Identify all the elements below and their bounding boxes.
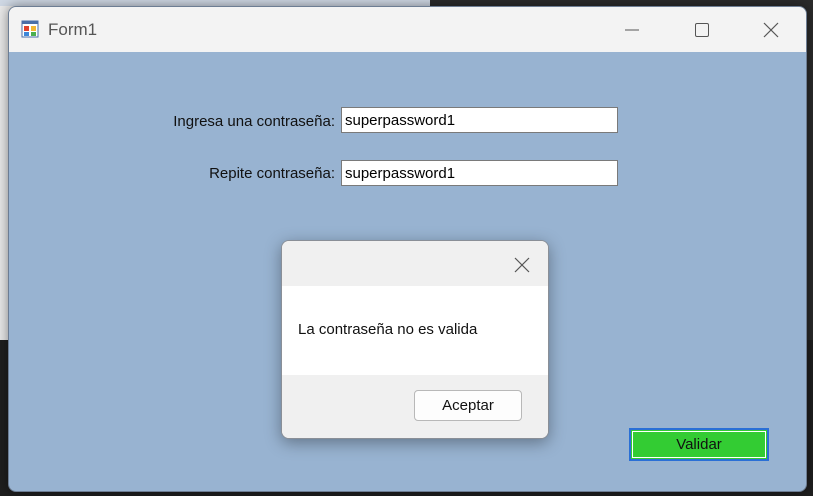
repeat-password-label: Repite contraseña:: [209, 165, 335, 182]
dialog-body: La contraseña no es valida: [282, 286, 548, 375]
close-icon: [763, 22, 779, 37]
dialog-close-button[interactable]: [504, 247, 540, 283]
dialog-footer: Aceptar: [282, 375, 548, 438]
app-icon: [21, 20, 39, 38]
validate-button-label: Validar: [676, 436, 722, 453]
maximize-button[interactable]: [667, 7, 737, 52]
password-input[interactable]: [341, 107, 618, 133]
password-label: Ingresa una contraseña:: [173, 113, 335, 130]
accept-button[interactable]: Aceptar: [414, 390, 522, 421]
dialog-message: La contraseña no es valida: [298, 321, 478, 338]
minimize-button[interactable]: [597, 7, 667, 52]
validate-button[interactable]: Validar: [629, 428, 769, 461]
title-bar[interactable]: Form1: [9, 7, 806, 52]
maximize-icon: [695, 22, 709, 37]
repeat-password-input[interactable]: [341, 160, 618, 186]
message-dialog: La contraseña no es valida Aceptar: [281, 240, 549, 439]
minimize-icon: [625, 29, 639, 30]
close-button[interactable]: [736, 7, 806, 52]
window-title: Form1: [48, 20, 98, 39]
close-icon: [514, 257, 530, 273]
dialog-title-bar[interactable]: [282, 241, 548, 286]
